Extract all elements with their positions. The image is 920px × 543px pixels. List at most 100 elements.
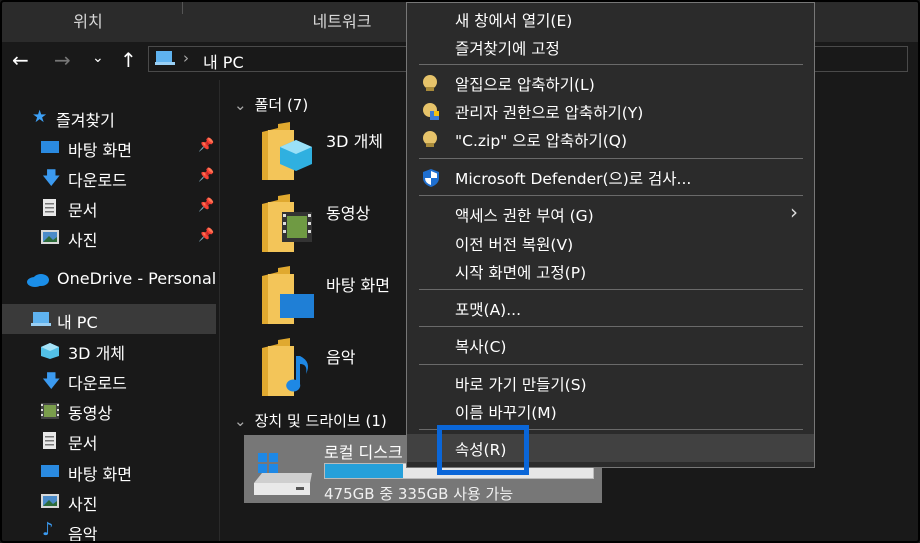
sidebar-item-onedrive[interactable]: OneDrive - Personal xyxy=(2,264,216,294)
3d-folder-icon xyxy=(260,120,312,182)
sidebar-label: 바탕 화면 xyxy=(68,141,132,160)
videos-folder-icon xyxy=(260,192,312,254)
sidebar-label: 문서 xyxy=(68,434,98,453)
ribbon-tab-network[interactable]: 네트워크 xyxy=(292,2,392,42)
menu-item-rename[interactable]: 이름 바꾸기(M) xyxy=(407,397,814,425)
menu-label: 포맷(A)... xyxy=(455,301,521,319)
menu-label: 액세스 권한 부여 (G) xyxy=(455,207,594,225)
menu-item-create-shortcut[interactable]: 바로 가기 만들기(S) xyxy=(407,369,814,397)
ribbon-divider xyxy=(182,2,183,14)
folder-music[interactable]: 음악 xyxy=(260,336,410,406)
alzip-icon xyxy=(421,74,439,96)
download-icon: 🡇 xyxy=(42,168,61,189)
menu-label: Microsoft Defender(으)로 검사... xyxy=(455,170,692,188)
sidebar-item-music[interactable]: ♪ 음악 xyxy=(2,516,216,543)
menu-item-pin-quick-access[interactable]: 즐겨찾기에 고정 xyxy=(407,33,814,61)
folder-desktop[interactable]: 바탕 화면 xyxy=(260,264,410,334)
sidebar-label: 음악 xyxy=(68,525,98,543)
menu-label: 새 창에서 열기(E) xyxy=(455,12,573,30)
music-icon: ♪ xyxy=(42,519,54,540)
shield-icon xyxy=(421,168,441,192)
collapse-chevron-icon: ⌄ xyxy=(234,412,247,430)
properties-highlight-box xyxy=(437,425,529,475)
sidebar-label: 3D 개체 xyxy=(68,344,126,363)
sidebar-item-desktop-pc[interactable]: 바탕 화면 xyxy=(2,456,216,486)
sidebar-label: 사진 xyxy=(68,231,98,250)
folder-3d-objects[interactable]: 3D 개체 xyxy=(260,120,410,190)
menu-label: 관리자 권한으로 압축하기(Y) xyxy=(455,104,644,122)
folders-group-header[interactable]: ⌄ 폴더 (7) xyxy=(234,94,308,115)
menu-item-grant-access[interactable]: 액세스 권한 부여 (G) › xyxy=(407,200,814,228)
sidebar-item-pictures[interactable]: 사진 📌 xyxy=(2,222,216,252)
documents-icon xyxy=(42,432,60,449)
sidebar-label: 동영상 xyxy=(68,404,113,423)
sidebar-item-documents-pc[interactable]: 문서 xyxy=(2,425,216,455)
cloud-icon xyxy=(26,272,49,288)
folder-label: 음악 xyxy=(326,348,356,367)
sidebar-item-this-pc[interactable]: 내 PC xyxy=(2,304,216,334)
pane-divider xyxy=(219,80,220,541)
back-arrow-icon[interactable]: ← xyxy=(12,48,29,72)
sidebar-label: 바탕 화면 xyxy=(68,465,132,484)
sidebar-label: 즐겨찾기 xyxy=(56,111,115,130)
sidebar-label: 문서 xyxy=(68,201,98,220)
folder-videos[interactable]: 동영상 xyxy=(260,192,410,262)
menu-separator xyxy=(419,326,803,327)
pictures-icon xyxy=(40,229,59,245)
alzip-admin-icon xyxy=(421,102,439,124)
desktop-folder-icon xyxy=(260,264,314,326)
menu-separator xyxy=(419,158,803,159)
menu-label: 시작 화면에 고정(P) xyxy=(455,264,587,282)
sidebar-item-downloads[interactable]: 🡇 다운로드 📌 xyxy=(2,162,216,192)
menu-label: "C.zip" 으로 압축하기(Q) xyxy=(455,132,627,150)
pc-icon xyxy=(153,49,177,73)
videos-icon xyxy=(40,402,59,419)
sidebar-label: 다운로드 xyxy=(68,374,127,393)
context-menu: 새 창에서 열기(E) 즐겨찾기에 고정 알집으로 압축하기(L) 관리자 권한… xyxy=(406,2,815,468)
up-arrow-icon[interactable]: ↑ xyxy=(120,48,137,72)
menu-item-open-new-window[interactable]: 새 창에서 열기(E) xyxy=(407,5,814,33)
pictures-icon xyxy=(40,493,59,509)
drive-free-space: 475GB 중 335GB 사용 가능 xyxy=(324,485,514,503)
menu-separator xyxy=(419,364,803,365)
desktop-icon xyxy=(40,139,59,155)
desktop-icon xyxy=(40,463,59,479)
menu-item-alzip-compress[interactable]: 알집으로 압축하기(L) xyxy=(407,69,814,97)
collapse-chevron-icon: ⌄ xyxy=(234,96,247,114)
pin-icon[interactable]: 📌 xyxy=(198,138,214,153)
ribbon-tab-location[interactable]: 위치 xyxy=(38,2,138,42)
breadcrumb-chevron-icon: › xyxy=(183,49,189,67)
sidebar-item-3d-objects[interactable]: 3D 개체 xyxy=(2,335,216,365)
drives-group-header[interactable]: ⌄ 장치 및 드라이브 (1) xyxy=(234,410,387,431)
menu-label: 즐겨찾기에 고정 xyxy=(455,40,560,58)
breadcrumb-location[interactable]: 내 PC xyxy=(203,49,244,73)
alzip-icon xyxy=(421,130,439,152)
recent-locations-chevron-icon[interactable]: ⌄ xyxy=(92,50,104,66)
menu-item-alzip-admin-compress[interactable]: 관리자 권한으로 압축하기(Y) xyxy=(407,97,814,125)
sidebar-item-downloads-pc[interactable]: 🡇 다운로드 xyxy=(2,365,216,395)
submenu-chevron-icon: › xyxy=(790,200,798,224)
sidebar-item-pictures-pc[interactable]: 사진 xyxy=(2,486,216,516)
group-label: 폴더 (7) xyxy=(254,96,309,114)
menu-separator xyxy=(419,289,803,290)
menu-item-defender-scan[interactable]: Microsoft Defender(으)로 검사... xyxy=(407,163,814,191)
menu-item-copy[interactable]: 복사(C) xyxy=(407,331,814,359)
3d-objects-icon xyxy=(40,342,59,359)
sidebar-label: 다운로드 xyxy=(68,171,127,190)
menu-separator xyxy=(419,195,803,196)
menu-item-format[interactable]: 포맷(A)... xyxy=(407,294,814,322)
pin-icon[interactable]: 📌 xyxy=(198,168,214,183)
pin-icon[interactable]: 📌 xyxy=(198,228,214,243)
menu-item-compress-czip[interactable]: "C.zip" 으로 압축하기(Q) xyxy=(407,125,814,153)
pin-icon[interactable]: 📌 xyxy=(198,198,214,213)
sidebar-item-documents[interactable]: 문서 📌 xyxy=(2,192,216,222)
menu-item-restore-previous[interactable]: 이전 버전 복원(V) xyxy=(407,229,814,257)
menu-separator xyxy=(419,64,803,65)
sidebar-item-videos[interactable]: 동영상 xyxy=(2,395,216,425)
folder-label: 3D 개체 xyxy=(326,132,384,151)
pc-icon xyxy=(30,311,51,327)
sidebar-quick-access[interactable]: ★ 즐겨찾기 xyxy=(2,102,216,132)
forward-arrow-icon[interactable]: → xyxy=(54,48,71,72)
menu-item-pin-start[interactable]: 시작 화면에 고정(P) xyxy=(407,257,814,285)
sidebar-item-desktop[interactable]: 바탕 화면 📌 xyxy=(2,132,216,162)
